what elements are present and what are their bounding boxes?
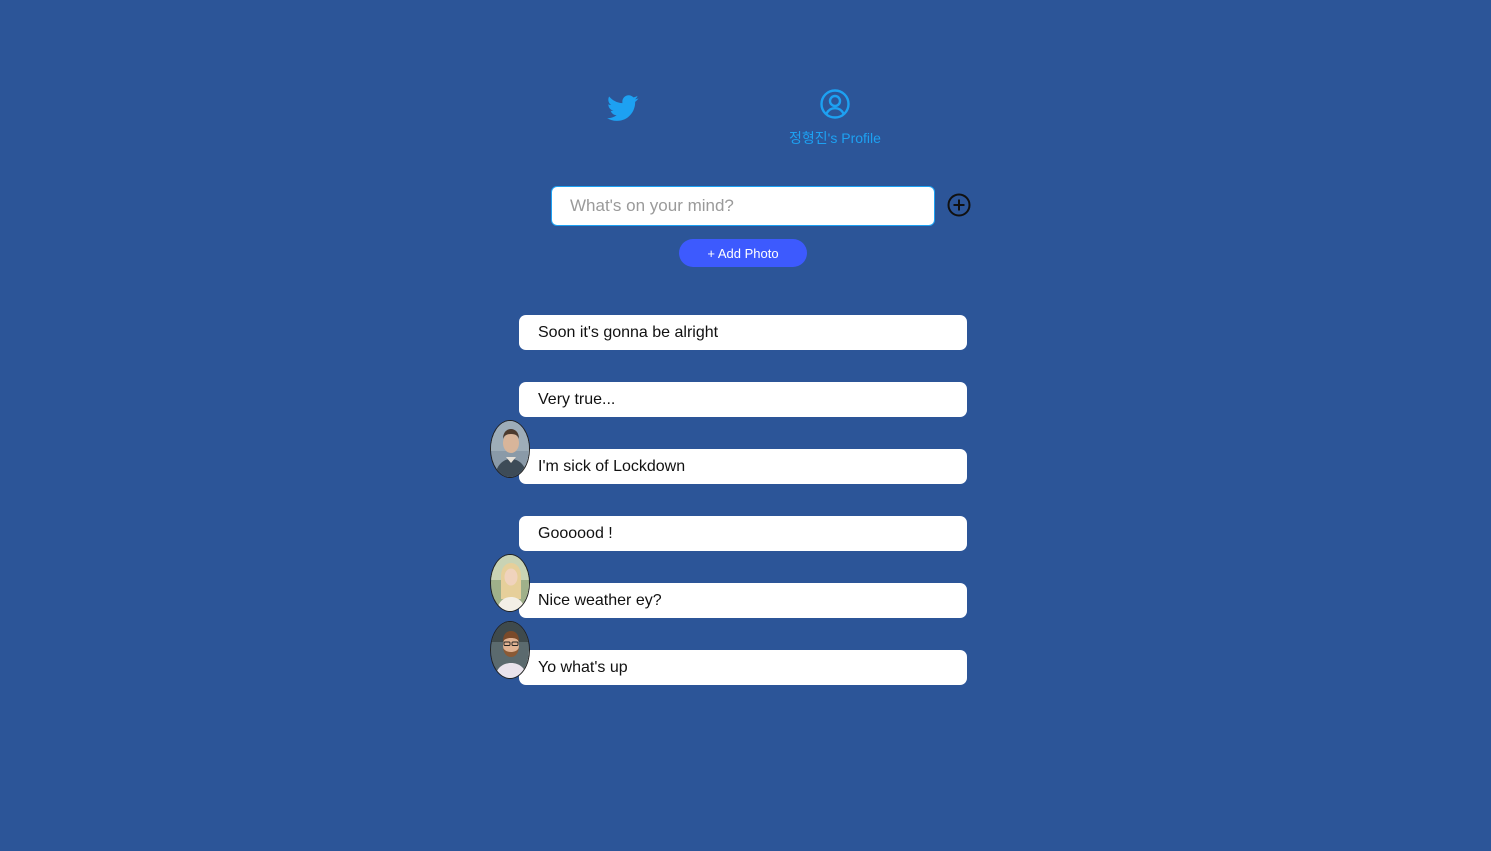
tweet-text: Very true...	[538, 390, 616, 408]
plus-circle-icon	[947, 193, 971, 217]
tweet-card: Goooood !	[519, 516, 967, 551]
twitter-bird-icon	[607, 94, 639, 121]
tweet-text: Goooood !	[538, 524, 613, 542]
profile-label: 정형진's Profile	[789, 130, 881, 146]
tweet-text: Nice weather ey?	[538, 591, 662, 609]
tweet-input[interactable]	[551, 186, 935, 226]
tweet-text: Yo what's up	[538, 658, 628, 676]
user-circle-icon	[820, 89, 850, 119]
tweet-photo	[490, 621, 530, 679]
tweet-card: Very true...	[519, 382, 967, 417]
tweet-card: I'm sick of Lockdown	[519, 449, 967, 484]
add-photo-button[interactable]: + Add Photo	[679, 239, 807, 267]
home-link[interactable]	[603, 88, 643, 128]
tweet-card: Nice weather ey?	[519, 583, 967, 618]
submit-tweet-button[interactable]	[946, 192, 972, 218]
tweet-text: Soon it's gonna be alright	[538, 323, 719, 341]
profile-link[interactable]: 정형진's Profile	[770, 88, 900, 158]
home-page: 정형진's Profile + Add Photo Soon it's gonn…	[0, 0, 1491, 851]
tweet-card: Yo what's up	[519, 650, 967, 685]
tweet-photo	[490, 554, 530, 612]
tweet-text: I'm sick of Lockdown	[538, 457, 686, 475]
tweet-photo	[490, 420, 530, 478]
tweet-card: Soon it's gonna be alright	[519, 315, 967, 350]
